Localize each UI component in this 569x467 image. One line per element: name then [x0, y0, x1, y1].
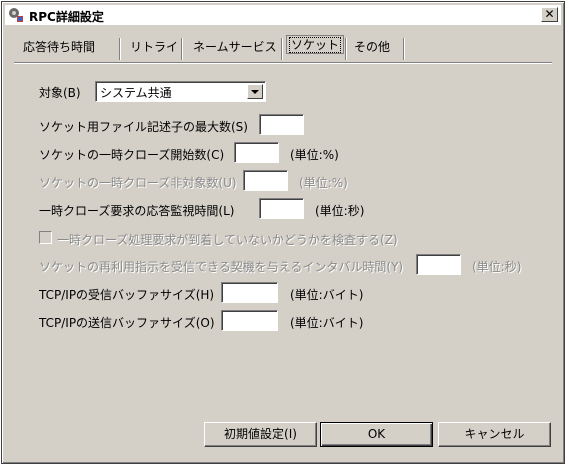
window-title: RPC詳細設定 [29, 10, 104, 24]
close-start-label: ソケットの一時クローズ開始数(C) [39, 148, 225, 162]
tab-separator [281, 38, 283, 60]
rpc-settings-dialog: RPC詳細設定 ✕ 応答待ち時間 リトライ ネームサービス ソケット その他 対… [1, 1, 565, 464]
close-timeout-label: 一時クローズ要求の応答監視時間(L) [39, 204, 235, 218]
recv-buffer-input[interactable] [221, 282, 278, 303]
tab-separator [403, 38, 405, 60]
tab-socket-label: ソケット [289, 37, 342, 53]
app-icon [9, 8, 23, 22]
max-fd-label: ソケット用ファイル記述子の最大数(S) [39, 120, 248, 134]
close-timeout-unit: (単位:秒) [315, 204, 365, 218]
title-bar: RPC詳細設定 ✕ [5, 5, 561, 25]
target-select[interactable]: システム共通 [95, 81, 266, 102]
cancel-button[interactable]: キャンセル [438, 422, 551, 447]
ok-button[interactable]: OK [320, 422, 433, 447]
tab-divider [14, 62, 552, 64]
tab-name-service[interactable]: ネームサービス [193, 38, 277, 55]
close-exempt-input[interactable] [243, 170, 288, 191]
reuse-interval-unit: (単位:秒) [472, 260, 522, 274]
close-icon: ✕ [544, 7, 555, 21]
max-fd-input[interactable] [259, 114, 304, 135]
chevron-down-icon[interactable] [247, 84, 263, 99]
reuse-interval-input[interactable] [416, 254, 461, 275]
tab-separator [119, 38, 121, 60]
send-buffer-unit: (単位:バイト) [290, 316, 364, 330]
tab-separator [181, 38, 183, 60]
tab-response-wait[interactable]: 応答待ち時間 [23, 38, 95, 55]
target-label: 対象(B) [39, 86, 81, 100]
tab-separator [345, 38, 347, 60]
close-timeout-input[interactable] [259, 198, 304, 219]
close-start-input[interactable] [234, 142, 279, 163]
close-exempt-unit: (単位:%) [299, 176, 348, 190]
close-exempt-label: ソケットの一時クローズ非対象数(U) [39, 176, 237, 190]
close-start-unit: (単位:%) [290, 148, 339, 162]
reset-defaults-button[interactable]: 初期値設定(I) [204, 422, 317, 447]
check-arrival-label: 一時クローズ処理要求が到着していないかどうかを検査する(Z) [57, 233, 398, 247]
close-button[interactable]: ✕ [541, 7, 558, 22]
tab-socket[interactable]: ソケット [286, 35, 345, 54]
reuse-interval-label: ソケットの再利用指示を受信できる契機を与えるインタバル時間(Y) [39, 260, 404, 274]
recv-buffer-unit: (単位:バイト) [290, 288, 364, 302]
tab-retry[interactable]: リトライ [130, 38, 178, 55]
check-arrival-checkbox[interactable] [39, 231, 52, 244]
target-select-value: システム共通 [100, 86, 172, 100]
send-buffer-label: TCP/IPの送信バッファサイズ(O) [39, 316, 215, 330]
recv-buffer-label: TCP/IPの受信バッファサイズ(H) [39, 288, 215, 302]
tab-other[interactable]: その他 [354, 38, 390, 55]
send-buffer-input[interactable] [221, 310, 278, 331]
